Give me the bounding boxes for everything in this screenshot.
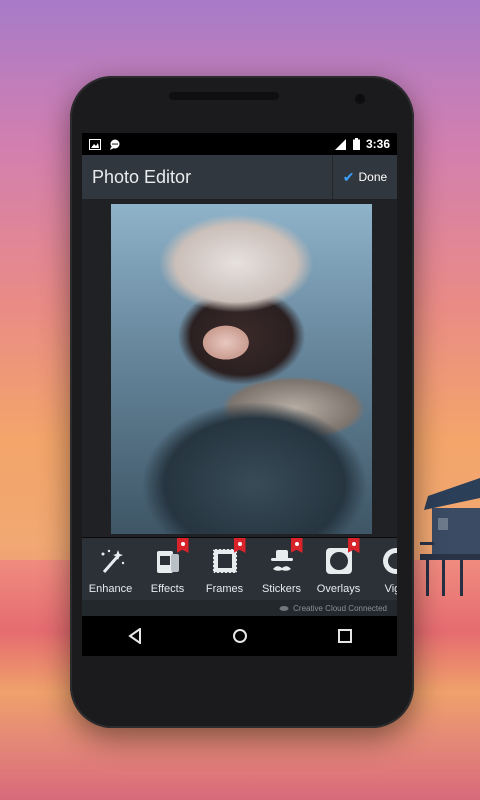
creative-cloud-text: Creative Cloud Connected	[293, 603, 387, 613]
premium-badge-icon	[233, 538, 246, 553]
magic-wand-icon	[101, 549, 124, 573]
tool-label: Effects	[150, 583, 185, 595]
stilt-hut-image	[420, 478, 480, 596]
back-button[interactable]	[120, 621, 150, 651]
clock-time: 3:36	[365, 137, 390, 151]
app-bar: Photo Editor ✔ Done	[82, 155, 397, 199]
tool-strip: Enhance Effects Frames Stickers Overlays…	[82, 538, 397, 600]
photo-canvas	[82, 199, 397, 537]
tool-stickers[interactable]: Stickers	[253, 538, 310, 600]
tool-effects[interactable]: Effects	[139, 538, 196, 600]
phone-screen: 3:36 Photo Editor ✔ Done Enhance Effects…	[82, 133, 397, 656]
tool-vignette[interactable]: Vign	[367, 538, 397, 600]
android-nav-bar	[82, 616, 397, 656]
vignette-icon	[382, 548, 397, 574]
recents-icon	[337, 629, 352, 643]
chat-icon	[110, 139, 120, 150]
tool-label: Stickers	[261, 583, 302, 595]
phone-speaker	[169, 92, 279, 100]
battery-icon	[352, 138, 360, 150]
signal-icon	[334, 138, 346, 150]
tool-label: Overlays	[316, 583, 361, 595]
home-icon	[232, 629, 247, 643]
tool-overlays[interactable]: Overlays	[310, 538, 367, 600]
page-title: Photo Editor	[92, 166, 192, 187]
premium-badge-icon	[290, 538, 303, 553]
recents-button[interactable]	[330, 621, 360, 651]
creative-cloud-status: Creative Cloud Connected	[82, 600, 397, 616]
status-bar: 3:36	[82, 133, 397, 155]
done-button[interactable]: ✔ Done	[332, 155, 397, 199]
done-label: Done	[358, 170, 388, 184]
tool-label: Vign	[384, 583, 397, 595]
premium-badge-icon	[347, 538, 360, 553]
home-button[interactable]	[225, 621, 255, 651]
back-icon	[127, 628, 141, 644]
cloud-icon	[279, 606, 289, 611]
premium-badge-icon	[176, 538, 189, 553]
phone-camera	[355, 94, 365, 104]
tool-frames[interactable]: Frames	[196, 538, 253, 600]
check-icon: ✔	[342, 168, 355, 185]
tool-enhance[interactable]: Enhance	[82, 538, 139, 600]
image-icon	[89, 138, 101, 150]
edited-photo[interactable]	[111, 204, 372, 534]
tool-label: Frames	[205, 583, 244, 595]
tool-label: Enhance	[88, 583, 133, 595]
